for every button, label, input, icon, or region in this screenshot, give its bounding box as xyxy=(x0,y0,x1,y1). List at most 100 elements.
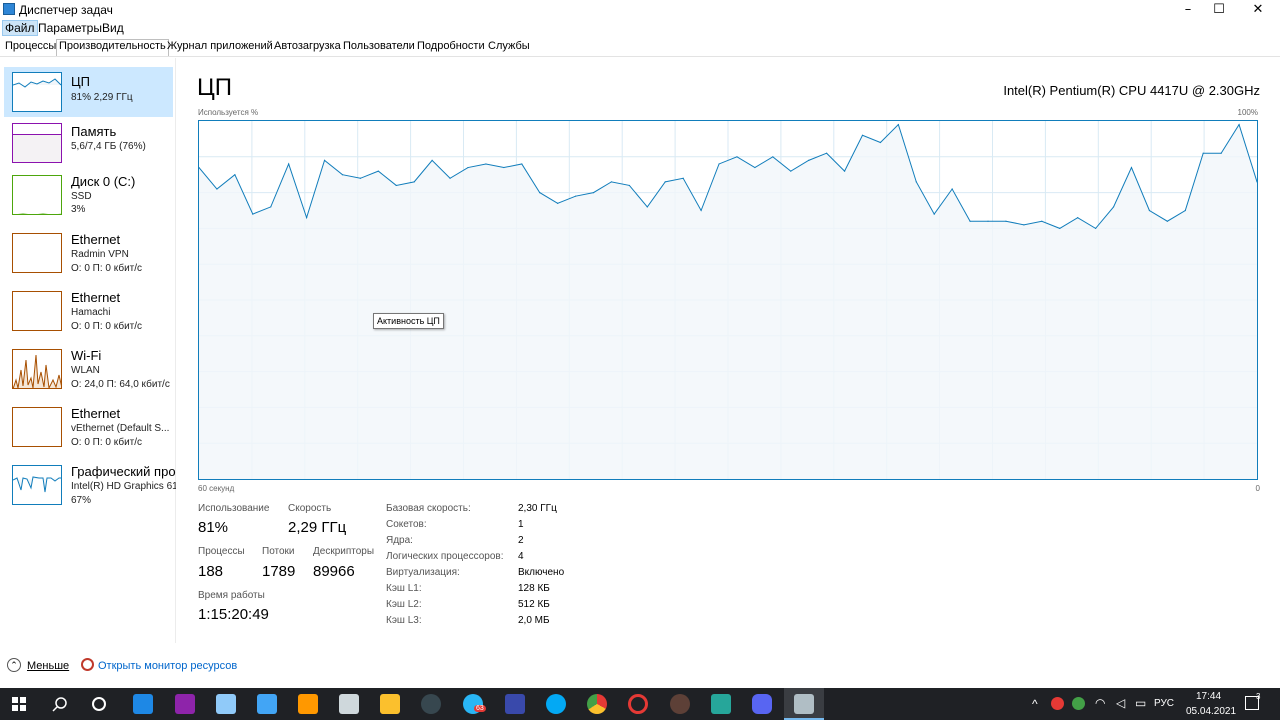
cpu-usage-point xyxy=(1202,152,1204,154)
clock-date[interactable]: 05.04.2021 xyxy=(1186,706,1236,717)
processes-label: Процессы xyxy=(198,546,245,557)
page-title: ЦП xyxy=(197,74,233,101)
uptime-value: 1:15:20:49 xyxy=(198,606,269,623)
gpu-thumbnail xyxy=(12,465,62,505)
cpu-usage-point xyxy=(1148,209,1151,212)
cpu-usage-point xyxy=(1077,217,1079,219)
cpu-usage-point xyxy=(628,184,630,187)
cpu-usage-point xyxy=(592,192,595,194)
tab-users[interactable]: Пользователи xyxy=(341,40,417,56)
network-app-icon[interactable] xyxy=(257,694,277,714)
tab-app-history[interactable]: Журнал приложений xyxy=(165,40,275,56)
y-axis-label: Используется % xyxy=(198,108,259,117)
cpu-usage-point xyxy=(449,177,451,179)
sidebar-item-detail: Radmin VPN xyxy=(71,249,129,260)
tab-bar: Процессы Производительность Журнал прило… xyxy=(0,39,1280,57)
search-icon[interactable] xyxy=(52,696,68,712)
menu-file[interactable]: Файл xyxy=(2,20,38,36)
spec-value: Включено xyxy=(518,567,565,578)
sidebar-item-detail-2: 3% xyxy=(71,204,86,215)
chrome-icon[interactable] xyxy=(587,694,607,714)
keyboard-icon[interactable]: ▭ xyxy=(1135,696,1146,710)
cpu-usage-point xyxy=(843,170,846,172)
spec-label: Кэш L3: xyxy=(386,615,422,626)
cpu-thumbnail xyxy=(12,72,62,112)
cpu-usage-point xyxy=(736,156,738,158)
clock-time[interactable]: 17:44 xyxy=(1196,691,1221,702)
footer-bar: ⌃ Меньше Открыть монитор ресурсов xyxy=(0,655,1280,677)
cpu-usage-point xyxy=(1238,123,1240,126)
sublime-icon[interactable] xyxy=(298,694,318,714)
cpu-panel: ЦП Intel(R) Pentium(R) CPU 4417U @ 2.30G… xyxy=(177,58,1280,643)
cpu-usage-point xyxy=(915,181,917,183)
cpu-usage-point xyxy=(610,181,613,183)
sidebar-item-name: Ethernet xyxy=(71,290,121,305)
open-resource-monitor-link[interactable]: Открыть монитор ресурсов xyxy=(98,660,237,672)
volume-icon[interactable]: ◁ xyxy=(1116,696,1125,710)
sidebar-item-detail-2: О: 0 П: 0 кбит/с xyxy=(71,263,143,274)
start-icon[interactable] xyxy=(12,697,26,711)
tab-processes[interactable]: Процессы xyxy=(3,40,58,56)
file-app-icon[interactable] xyxy=(339,694,359,714)
sidebar-item-disk[interactable]: Диск 0 (C:) SSD 3% xyxy=(4,167,173,217)
task-manager-taskbar-button[interactable] xyxy=(784,688,824,720)
maximize-button[interactable]: ☐ xyxy=(1201,0,1237,19)
media-app-icon[interactable] xyxy=(670,694,690,714)
sidebar-item-ethernet-vethernet[interactable]: Ethernet vEthernet (Default S... О: 0 П:… xyxy=(4,399,173,449)
tab-performance[interactable]: Производительность xyxy=(56,39,169,56)
explorer-icon[interactable] xyxy=(380,694,400,714)
sidebar-item-name: Графический процессор 0 xyxy=(71,464,176,479)
uptime-label: Время работы xyxy=(198,590,265,601)
spec-value: 2,30 ГГц xyxy=(518,503,557,514)
task-manager-icon xyxy=(794,694,814,714)
cpu-usage-chart[interactable]: Активность ЦП xyxy=(198,120,1258,480)
cpu-usage-point xyxy=(1059,227,1061,229)
mail-icon[interactable] xyxy=(133,694,153,714)
tray-app-icon[interactable] xyxy=(1051,697,1064,710)
sidebar-item-gpu[interactable]: Графический процессор 0 Intel(R) HD Grap… xyxy=(4,457,176,507)
close-button[interactable]: ✕ xyxy=(1240,0,1276,19)
tab-services[interactable]: Службы xyxy=(486,40,532,56)
menu-view[interactable]: Вид xyxy=(102,21,124,35)
cpu-usage-point xyxy=(969,220,971,222)
cpu-usage-point xyxy=(861,134,864,136)
spec-value: 512 КБ xyxy=(518,599,550,610)
notepad-icon[interactable] xyxy=(216,694,236,714)
steam-icon[interactable] xyxy=(421,694,441,714)
react-app-icon[interactable] xyxy=(546,694,566,714)
telegram-badge: 63 xyxy=(474,705,486,712)
discord-icon[interactable] xyxy=(752,694,772,714)
usage-value: 81% xyxy=(198,519,229,536)
cpu-usage-point xyxy=(574,195,577,197)
sidebar-item-ethernet-radmin[interactable]: Ethernet Radmin VPN О: 0 П: 0 кбит/с xyxy=(4,225,173,275)
cpu-usage-point xyxy=(359,177,361,179)
sidebar-item-detail-2: О: 0 П: 0 кбит/с xyxy=(71,437,143,448)
tray-chevron-icon[interactable]: ^ xyxy=(1032,697,1038,711)
menu-params[interactable]: Параметры xyxy=(38,21,102,35)
sidebar-item-wifi[interactable]: Wi-Fi WLAN О: 24,0 П: 64,0 кбит/с xyxy=(4,341,173,391)
opera-icon[interactable] xyxy=(628,694,648,714)
tab-startup[interactable]: Автозагрузка xyxy=(272,40,343,56)
chevron-up-icon[interactable]: ⌃ xyxy=(7,658,21,672)
monitor-app-icon[interactable] xyxy=(505,694,525,714)
wifi-icon[interactable]: ◠ xyxy=(1095,696,1105,710)
sidebar-item-ethernet-hamachi[interactable]: Ethernet Hamachi О: 0 П: 0 кбит/с xyxy=(4,283,173,333)
language-indicator[interactable]: РУС xyxy=(1154,698,1174,709)
gallery-app-icon[interactable] xyxy=(711,694,731,714)
winrar-icon[interactable] xyxy=(175,694,195,714)
ethernet-thumbnail xyxy=(12,291,62,331)
task-view-icon[interactable] xyxy=(92,697,106,711)
fewer-details-link[interactable]: Меньше xyxy=(27,660,69,672)
tab-details[interactable]: Подробности xyxy=(415,40,487,56)
menu-bar: Файл Параметры Вид xyxy=(0,19,1280,37)
sidebar-item-cpu[interactable]: ЦП 81% 2,29 ГГц xyxy=(4,67,173,117)
sidebar-item-detail-2: О: 0 П: 0 кбит/с xyxy=(71,321,143,332)
spec-value: 4 xyxy=(518,551,524,562)
speed-value: 2,29 ГГц xyxy=(288,519,347,536)
sidebar-item-memory[interactable]: Память 5,6/7,4 ГБ (76%) xyxy=(4,117,173,167)
cpu-usage-point xyxy=(1005,220,1007,222)
cpu-usage-point xyxy=(539,192,541,194)
sidebar-item-detail: WLAN xyxy=(71,365,100,376)
cpu-usage-point xyxy=(288,163,290,165)
tray-app-icon[interactable] xyxy=(1072,697,1085,710)
